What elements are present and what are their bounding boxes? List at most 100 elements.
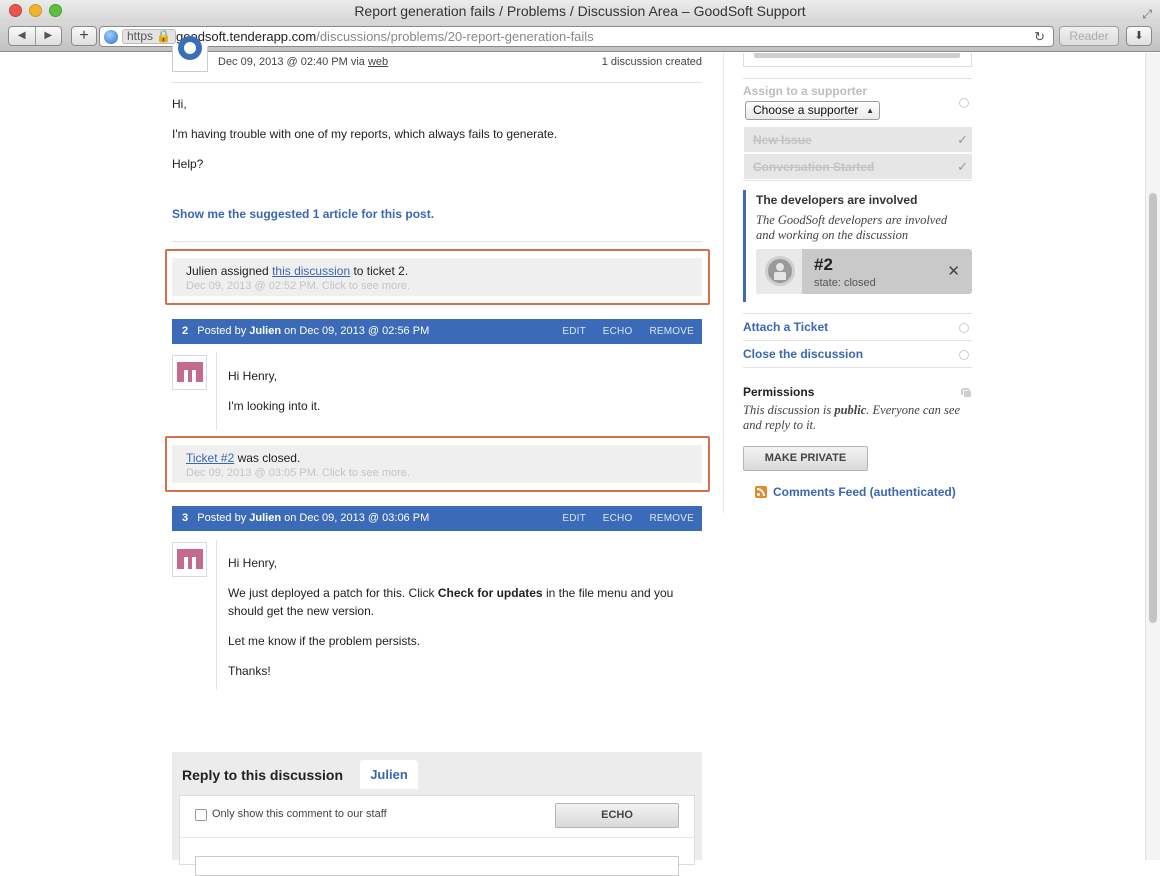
thread-line (216, 352, 217, 430)
address-bar[interactable]: https 🔒 goodsoft.tenderapp.com/discussio… (99, 26, 1054, 47)
event-suffix: to ticket 2. (353, 264, 409, 278)
event-actor: Julien assigned (186, 264, 269, 278)
ticket-card[interactable]: #2 state: closed ✕ (756, 249, 972, 294)
check-icon: ✓ (957, 132, 968, 147)
event-ticket-closed[interactable]: Ticket #2 was closed. Dec 09, 2013 @ 03:… (172, 445, 702, 483)
divider (180, 837, 694, 838)
post-header: 3 Posted by Julien on Dec 09, 2013 @ 03:… (172, 506, 702, 531)
add-bookmark-button[interactable]: + (71, 26, 97, 46)
step-conversation-started: Conversation Started ✓ (744, 154, 972, 180)
make-private-button[interactable]: MAKE PRIVATE (743, 446, 868, 471)
developers-involved-block: The developers are involved The GoodSoft… (743, 190, 972, 302)
step-new-issue: New Issue ✓ (744, 127, 972, 153)
forward-icon[interactable]: ▶ (34, 27, 62, 45)
echo-reply-button[interactable]: ECHO (555, 803, 679, 828)
supporter-select-value: Choose a supporter (753, 103, 859, 117)
post-author: Julien (249, 512, 282, 524)
post-meta-date: Dec 09, 2013 @ 02:40 PM via (218, 56, 365, 68)
event-suffix: was closed. (237, 451, 301, 465)
reply-panel: Reply to this discussion Julien Only sho… (172, 752, 702, 876)
attach-ticket-row[interactable]: Attach a Ticket (743, 313, 972, 341)
divider (172, 241, 702, 242)
attach-ticket-link[interactable]: Attach a Ticket (743, 320, 828, 334)
window-titlebar: Report generation fails / Problems / Dis… (0, 0, 1160, 22)
scrollbar-thumb[interactable] (1149, 193, 1157, 623)
comments-feed-link[interactable]: Comments Feed (authenticated) (773, 485, 956, 499)
staff-only-checkbox[interactable] (195, 809, 207, 821)
remove-button[interactable]: REMOVE (649, 326, 694, 337)
lock-icon: 🔒 (156, 29, 172, 43)
edit-button[interactable]: EDIT (562, 513, 585, 524)
posted-by-label: Posted by (197, 512, 247, 524)
assign-radio-icon[interactable] (959, 98, 969, 108)
close-icon[interactable]: ✕ (947, 262, 960, 280)
remove-button[interactable]: REMOVE (649, 513, 694, 524)
step-label: Conversation Started (753, 160, 875, 174)
post-paragraph: We just deployed a patch for this. Click… (228, 584, 673, 620)
ticket-link[interactable]: Ticket #2 (186, 451, 234, 465)
event-text: Ticket #2 was closed. (186, 450, 688, 466)
post-actions: EDIT ECHO REMOVE (548, 506, 694, 531)
discussions-created-count: 1 discussion created (601, 56, 702, 68)
event-time: Dec 09, 2013 @ 02:52 PM. Click to see mo… (186, 280, 410, 292)
url-text: goodsoft.tenderapp.com/discussions/probl… (176, 29, 594, 45)
post-text: in the file menu and you (545, 586, 674, 600)
reader-button[interactable]: Reader (1059, 26, 1119, 46)
reply-textarea[interactable] (195, 856, 679, 876)
reply-title: Reply to this discussion (182, 767, 344, 783)
divider (172, 82, 702, 83)
tab-reply-user[interactable]: Julien (360, 760, 418, 789)
select-arrows-icon: ▲ (866, 106, 874, 115)
globe-icon (104, 30, 118, 44)
post-paragraph: I'm having trouble with one of my report… (172, 127, 558, 141)
post-actions: EDIT ECHO REMOVE (548, 319, 694, 344)
post-header: 2 Posted by Julien on Dec 09, 2013 @ 02:… (172, 319, 702, 344)
close-window-icon[interactable] (9, 4, 22, 17)
dev-description: The GoodSoft developers are involved and… (756, 213, 948, 242)
post-number: 3 (182, 512, 189, 524)
permissions-description: This discussion is public. Everyone can … (743, 403, 971, 433)
discussion-link[interactable]: this discussion (272, 264, 350, 278)
divider (743, 180, 972, 181)
echo-button[interactable]: ECHO (603, 513, 633, 524)
post-author: Julien (249, 325, 282, 337)
close-discussion-row[interactable]: Close the discussion (743, 340, 972, 368)
rss-icon (755, 486, 767, 498)
suggested-articles-link[interactable]: Show me the suggested 1 article for this… (172, 207, 434, 221)
dev-title: The developers are involved (756, 193, 918, 207)
divider (743, 367, 972, 368)
close-discussion-link[interactable]: Close the discussion (743, 347, 863, 361)
reload-icon[interactable]: ↻ (1034, 29, 1045, 45)
edit-button[interactable]: EDIT (562, 326, 585, 337)
avatar (172, 355, 207, 390)
post-paragraph: I'm looking into it. (228, 399, 321, 413)
avatar (172, 36, 208, 72)
reply-form: Only show this comment to our staff ECHO (179, 795, 695, 876)
post-paragraph: Hi, (172, 97, 187, 111)
close-discussion-radio-icon[interactable] (959, 350, 969, 360)
source-link[interactable]: web (368, 56, 388, 68)
developer-icon (765, 256, 795, 286)
event-text: Julien assigned this discussion to ticke… (186, 263, 688, 279)
attach-ticket-radio-icon[interactable] (959, 323, 969, 333)
post-text-bold: Check for updates (437, 586, 543, 600)
unlock-icon (961, 388, 971, 397)
post-paragraph: Hi Henry, (228, 369, 278, 383)
downloads-icon[interactable]: ⬇ (1126, 26, 1152, 46)
check-icon: ✓ (957, 159, 968, 174)
minimize-window-icon[interactable] (29, 4, 42, 17)
back-icon[interactable]: ◀ (9, 27, 35, 45)
post-meta: Dec 09, 2013 @ 02:40 PM via web (218, 56, 388, 68)
echo-button[interactable]: ECHO (603, 326, 633, 337)
post-date: on Dec 09, 2013 @ 03:06 PM (284, 512, 430, 524)
post-text: We just deployed a patch for this. Click (228, 586, 435, 600)
event-assignment[interactable]: Julien assigned this discussion to ticke… (172, 258, 702, 296)
thread-line (216, 540, 217, 690)
window-title: Report generation fails / Problems / Dis… (354, 3, 806, 19)
post-number: 2 (182, 325, 189, 337)
history-nav: ◀ ▶ (8, 26, 62, 46)
supporter-select[interactable]: Choose a supporter ▲ (745, 101, 880, 120)
page-scrollbar[interactable] (1145, 53, 1160, 860)
assign-label: Assign to a supporter (743, 84, 868, 98)
zoom-window-icon[interactable] (49, 4, 62, 17)
